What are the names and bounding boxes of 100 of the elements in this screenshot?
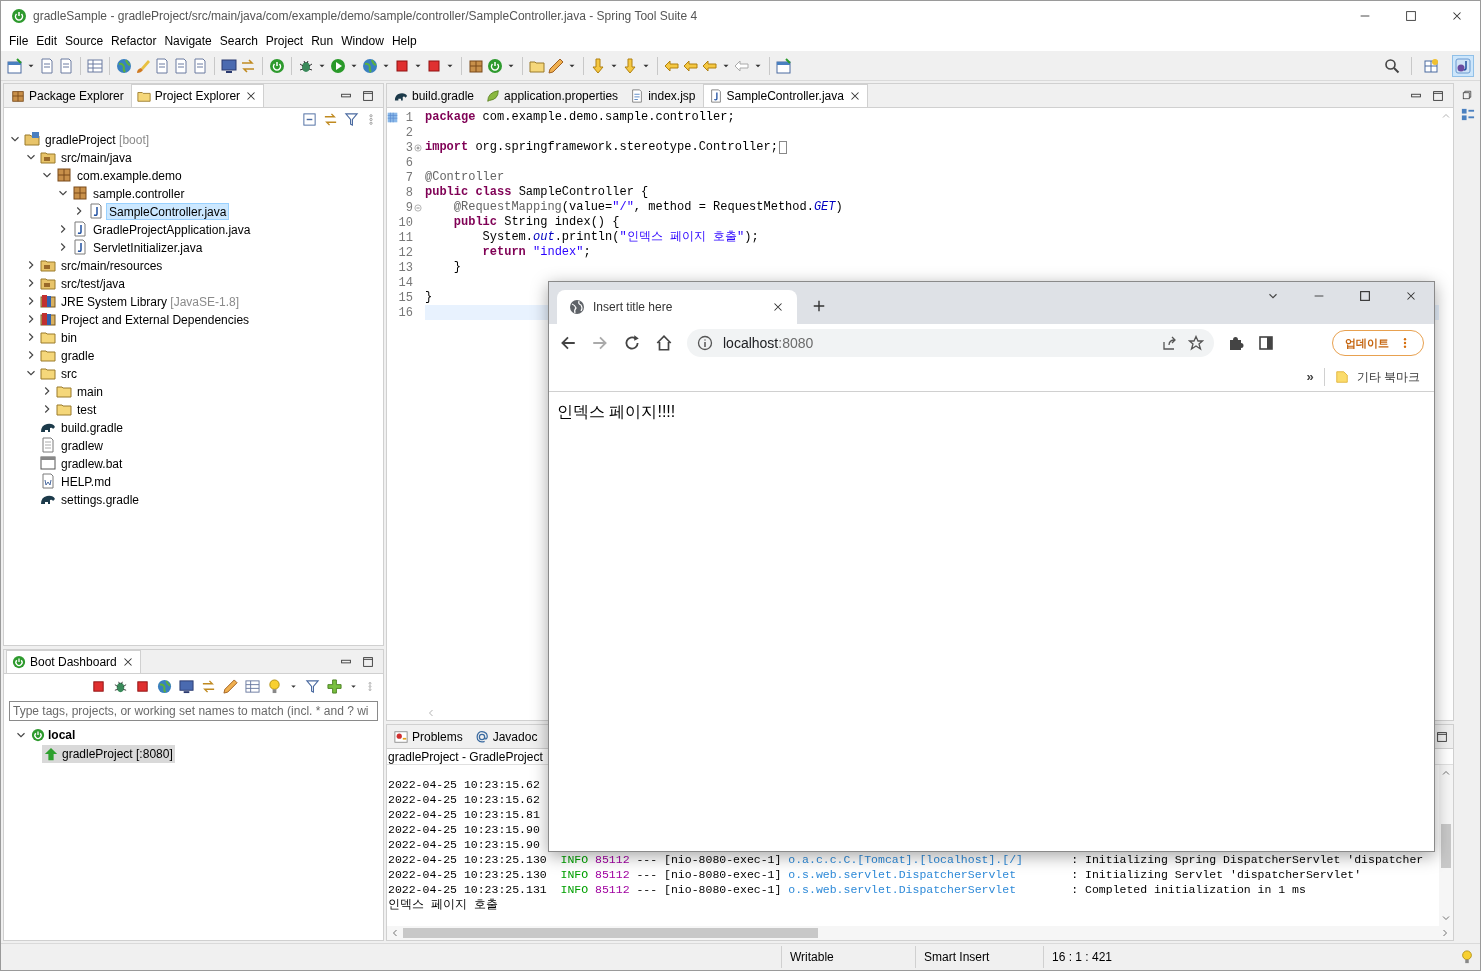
brush-icon[interactable] [135,57,151,74]
tree-item[interactable]: main [74,382,106,400]
light-bulb-icon[interactable] [1460,950,1474,964]
share-icon[interactable] [1162,335,1178,351]
menu-item[interactable]: Help [387,31,421,51]
browser-tab[interactable]: Insert title here [557,290,797,324]
bookmarks-overflow-button[interactable]: » [1306,366,1314,387]
tree-item[interactable]: com.example.demo [74,166,185,184]
pencil-icon[interactable] [548,57,564,74]
info-icon[interactable] [697,335,713,351]
tree-item[interactable]: bin [58,328,80,346]
tree-item[interactable]: src/test/java [58,274,129,292]
star-icon[interactable] [1188,335,1204,351]
code-line: public String index() { [452,215,620,230]
pencil-icon[interactable] [223,678,238,694]
collapse-all-icon[interactable] [302,111,317,127]
folder-icon [136,89,151,103]
console-line: 2022-04-25 10:23:15.90 [388,822,541,837]
menu-item[interactable]: Search [215,31,262,51]
maximize-icon[interactable] [361,88,375,103]
restore-icon[interactable] [1461,89,1473,101]
pin-editor-icon[interactable] [776,57,792,74]
code-line: System.out.println("인덱스 페이지 호출"); [481,230,759,245]
tree-item[interactable]: Project and External Dependencies [58,310,253,328]
filter-icon[interactable] [305,678,320,694]
console-line: 2022-04-25 10:23:15.90 [388,837,541,852]
scrollbar-thumb[interactable] [403,928,818,938]
tree-item[interactable]: local [48,726,76,744]
home-icon[interactable] [655,334,673,352]
power-icon[interactable] [269,57,285,74]
menu-item[interactable]: Navigate [160,31,216,51]
package-icon[interactable] [468,57,484,74]
tree-item[interactable]: src [58,364,80,382]
panel-tab[interactable]: Boot Dashboard [6,650,141,673]
search-icon[interactable] [1384,57,1400,74]
light-bulb-icon[interactable] [267,678,282,694]
binary-file-icon[interactable] [87,57,103,74]
menu-item[interactable]: Refactor [107,31,161,51]
globe-icon[interactable] [362,57,378,74]
globe-icon[interactable] [116,57,132,74]
tree-item[interactable]: test [74,400,100,418]
back-arrow-icon[interactable] [559,334,577,352]
line-number: 9 [405,199,413,217]
menu-item[interactable]: Edit [32,31,62,51]
filter-field[interactable]: Type tags, projects, or working set names to match (incl. * and ? wi [9,701,378,721]
tree-item[interactable]: gradleProject [boot] [42,130,153,148]
tree-item[interactable]: settings.gradle [58,490,143,508]
tree-item[interactable]: src/main/resources [58,256,166,274]
tree-item[interactable]: HELP.md [58,472,114,490]
stop-icon[interactable] [135,678,150,694]
menu-item[interactable]: Project [261,31,308,51]
side-panel-icon[interactable] [1258,335,1274,351]
maximize-icon[interactable] [1431,88,1445,103]
menu-item[interactable]: Run [307,31,338,51]
table-icon[interactable] [245,678,260,694]
tree-item[interactable]: build.gradle [58,418,127,436]
tree-item[interactable]: GradleProjectApplication.java [90,220,254,238]
stop-icon[interactable] [394,57,410,74]
tree-item[interactable]: gradle [58,346,98,364]
tree-item[interactable]: ServletInitializer.java [90,238,206,256]
run-icon[interactable] [330,57,346,74]
run-server-icon[interactable] [426,57,442,74]
menu-item[interactable]: Window [337,31,388,51]
monitor-icon[interactable] [221,57,237,74]
new-window-icon[interactable] [7,57,23,74]
maximize-icon[interactable] [1358,289,1372,303]
window-title: gradleSample - gradleProject/src/main/java/com/example/demo/sample/controller/SampleController.java - Spring Tool Suite 4 [33,8,698,25]
tree-item[interactable]: SampleController.java [106,202,230,220]
menu-item[interactable]: Source [61,31,108,51]
tree-item[interactable]: sample.controller [90,184,188,202]
tree-item[interactable]: JRE System Library [JavaSE-1.8] [58,292,243,310]
tree-item[interactable]: gradlew [58,436,107,454]
filter-icon[interactable] [344,111,359,127]
bookmark-folder[interactable]: 기타 북마크 [1334,367,1420,386]
link-icon[interactable] [201,678,216,694]
maximize-icon[interactable] [1435,729,1449,744]
url-text: localhost:8080 [723,333,815,353]
console-icon[interactable] [179,678,194,694]
maximize-icon[interactable] [361,654,375,669]
line-number: 2 [405,124,413,142]
outline-icon[interactable] [1459,107,1475,122]
address-bar[interactable]: localhost:8080 [687,329,1214,357]
reload-icon[interactable] [623,334,641,352]
puzzle-icon[interactable] [1228,335,1244,351]
tree-item[interactable]: gradleProject [:8080] [42,744,175,763]
markdown-file-icon [40,473,56,489]
tree-item[interactable]: src/main/java [58,148,135,166]
perspective-icon[interactable] [1423,57,1439,74]
start-icon[interactable] [91,678,106,694]
line-number: 3 [405,139,413,157]
tree-item[interactable]: gradlew.bat [58,454,126,472]
panel-tab[interactable]: Project Explorer [130,84,265,107]
globe-icon[interactable] [157,678,172,694]
panel-tab[interactable]: SampleController.java [702,84,868,107]
java-perspective-button[interactable] [1452,54,1474,77]
folded-code-marker[interactable] [778,141,787,154]
scrollbar-thumb[interactable] [1441,823,1451,868]
menu-item[interactable]: File [5,31,33,51]
add-icon[interactable] [327,678,342,694]
link-icon[interactable] [323,111,338,127]
